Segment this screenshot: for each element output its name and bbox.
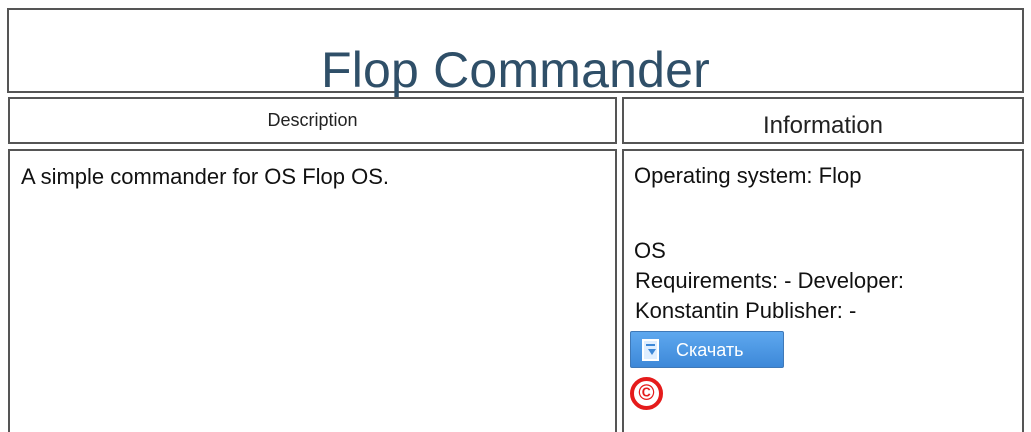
title-box: Flop Commander — [7, 8, 1024, 98]
operating-system-line-1: Operating system: Flop — [634, 163, 862, 188]
description-cell: A simple commander for OS Flop OS. — [8, 149, 617, 432]
copyright-icon: © — [630, 377, 663, 410]
requirements-line-2: Konstantin Publisher: - — [635, 298, 857, 323]
description-text: A simple commander for OS Flop OS. — [21, 164, 390, 189]
description-header-cell: Description — [8, 97, 617, 144]
page-root: Flop Commander Description Information A… — [0, 0, 1031, 432]
operating-system-line-2: OS — [634, 238, 666, 263]
information-header: Information — [762, 112, 884, 139]
download-icon — [642, 339, 659, 361]
page-title: Flop Commander — [320, 42, 711, 98]
download-button[interactable]: Скачать — [630, 331, 784, 368]
information-header-cell: Information — [622, 97, 1024, 144]
information-cell: Operating system: Flop OS Requirements: … — [622, 149, 1024, 432]
requirements-line-1: Requirements: - Developer: — [635, 268, 905, 293]
download-button-label: Скачать — [676, 340, 744, 360]
description-header: Description — [267, 110, 358, 130]
